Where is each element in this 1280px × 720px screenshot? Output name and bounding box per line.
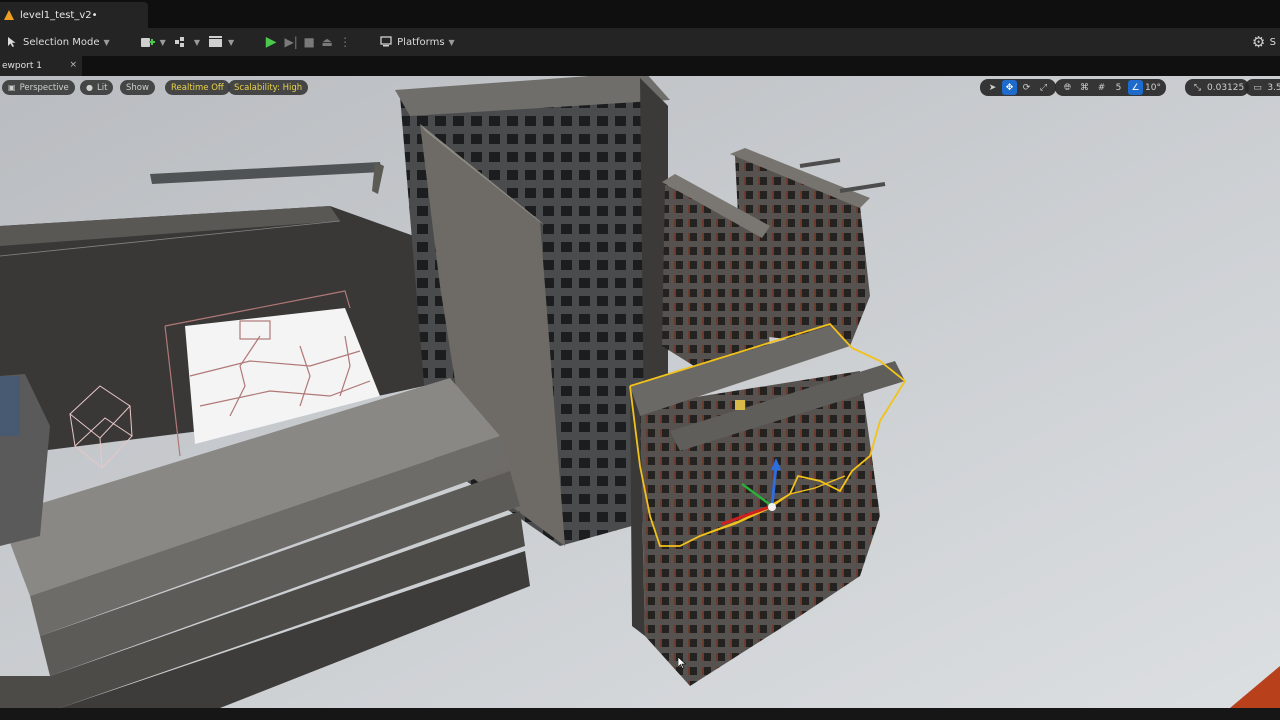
surface-snap-icon[interactable]: ⌘	[1077, 80, 1092, 95]
transform-toolbar: ➤ ✥ ⟳ ⤢	[980, 79, 1056, 96]
settings-gear-icon: ⚙	[1251, 33, 1266, 51]
level-tab[interactable]: level1_test_v2•	[0, 2, 148, 28]
advance-frame-icon[interactable]: ▶|	[282, 33, 300, 51]
settings-button[interactable]: ⚙ S	[1246, 31, 1280, 53]
chevron-down-icon: ▼	[193, 37, 200, 47]
chevron-down-icon: ▼	[159, 37, 166, 47]
show-label: Show	[126, 82, 149, 93]
scalability-label: Scalability: High	[234, 82, 303, 93]
rotation-snap-icon[interactable]: ∠	[1128, 80, 1143, 95]
cinematics-button[interactable]: ▼	[204, 31, 238, 53]
grid-snap-icon[interactable]: #	[1094, 80, 1109, 95]
settings-label: S	[1269, 36, 1276, 48]
perspective-label: Perspective	[19, 82, 69, 93]
close-icon[interactable]: ×	[69, 60, 77, 70]
unreal-editor-window: level1_test_v2• Selection Mode ▼ ▼ ▼ ▼ ▶…	[0, 0, 1280, 720]
rotation-snap-value[interactable]: 10°	[1145, 80, 1161, 95]
viewport-tab-label: ewport 1	[2, 61, 42, 71]
translate-tool-icon[interactable]: ✥	[1002, 80, 1017, 95]
camera-icon[interactable]: ▭	[1250, 80, 1265, 95]
selection-mode-dropdown[interactable]: Selection Mode ▼	[2, 31, 114, 53]
grid-size-value[interactable]: 5	[1111, 80, 1126, 95]
snap-toolbar: 🌐︎ ⌘ # 5 ∠ 10°	[1055, 79, 1166, 96]
rotate-tool-icon[interactable]: ⟳	[1019, 80, 1034, 95]
more-options-icon[interactable]: ⋮	[336, 33, 354, 51]
view-mode-label: Lit	[96, 82, 108, 93]
select-tool-icon[interactable]: ➤	[985, 80, 1000, 95]
bottom-status-bar	[0, 708, 1280, 720]
play-controls: ▶ ▶| ■ ⏏ ⋮	[258, 31, 358, 53]
realtime-label: Realtime Off	[171, 82, 224, 93]
unreal-warning-icon	[4, 10, 14, 20]
main-toolbar: Selection Mode ▼ ▼ ▼ ▼ ▶ ▶| ■ ⏏ ⋮ Platfo…	[0, 28, 1280, 56]
view-mode-button[interactable]: ● Lit	[80, 80, 114, 95]
eject-icon[interactable]: ⏏	[318, 33, 336, 51]
blueprint-button[interactable]: ▼	[170, 31, 204, 53]
selection-mode-label: Selection Mode	[23, 36, 100, 48]
add-actor-icon	[140, 38, 155, 47]
platforms-icon	[380, 36, 392, 47]
stop-icon[interactable]: ■	[300, 33, 318, 51]
level-viewport[interactable]: ▣ Perspective ● Lit Show Realtime Off Sc…	[0, 76, 1280, 708]
platforms-dropdown[interactable]: Platforms ▼	[376, 31, 459, 53]
viewport-tab[interactable]: ewport 1 ×	[0, 56, 82, 76]
scale-snap-toolbar: ⤡ 0.03125	[1185, 79, 1250, 96]
chevron-down-icon: ▼	[103, 37, 110, 47]
viewport-tab-strip: ewport 1 ×	[0, 56, 1280, 76]
scale-snap-value[interactable]: 0.03125	[1207, 80, 1244, 95]
perspective-button[interactable]: ▣ Perspective	[2, 80, 75, 95]
scale-tool-icon[interactable]: ⤢	[1036, 80, 1051, 95]
scene-render	[0, 76, 1280, 708]
realtime-badge[interactable]: Realtime Off	[165, 80, 230, 95]
play-icon[interactable]: ▶	[262, 33, 280, 51]
camera-speed-value[interactable]: 3.5	[1267, 80, 1280, 95]
camera-speed-toolbar: ▭ 3.5	[1245, 79, 1280, 96]
platforms-label: Platforms	[397, 36, 445, 48]
world-space-icon[interactable]: 🌐︎	[1060, 80, 1075, 95]
title-bar: level1_test_v2•	[0, 0, 1280, 28]
blueprint-icon	[174, 37, 184, 47]
mouse-cursor-icon	[678, 657, 686, 669]
selection-mode-icon	[8, 37, 16, 47]
show-button[interactable]: Show	[120, 80, 155, 95]
cinematics-icon	[208, 36, 222, 47]
add-actor-button[interactable]: ▼	[136, 31, 170, 53]
scale-snap-icon[interactable]: ⤡	[1190, 80, 1205, 95]
level-tab-label: level1_test_v2•	[20, 9, 98, 21]
chevron-down-icon: ▼	[448, 37, 455, 47]
chevron-down-icon: ▼	[227, 37, 235, 47]
perspective-icon: ▣	[8, 83, 16, 92]
scalability-badge[interactable]: Scalability: High	[228, 80, 309, 95]
lit-sphere-icon: ●	[86, 83, 93, 92]
